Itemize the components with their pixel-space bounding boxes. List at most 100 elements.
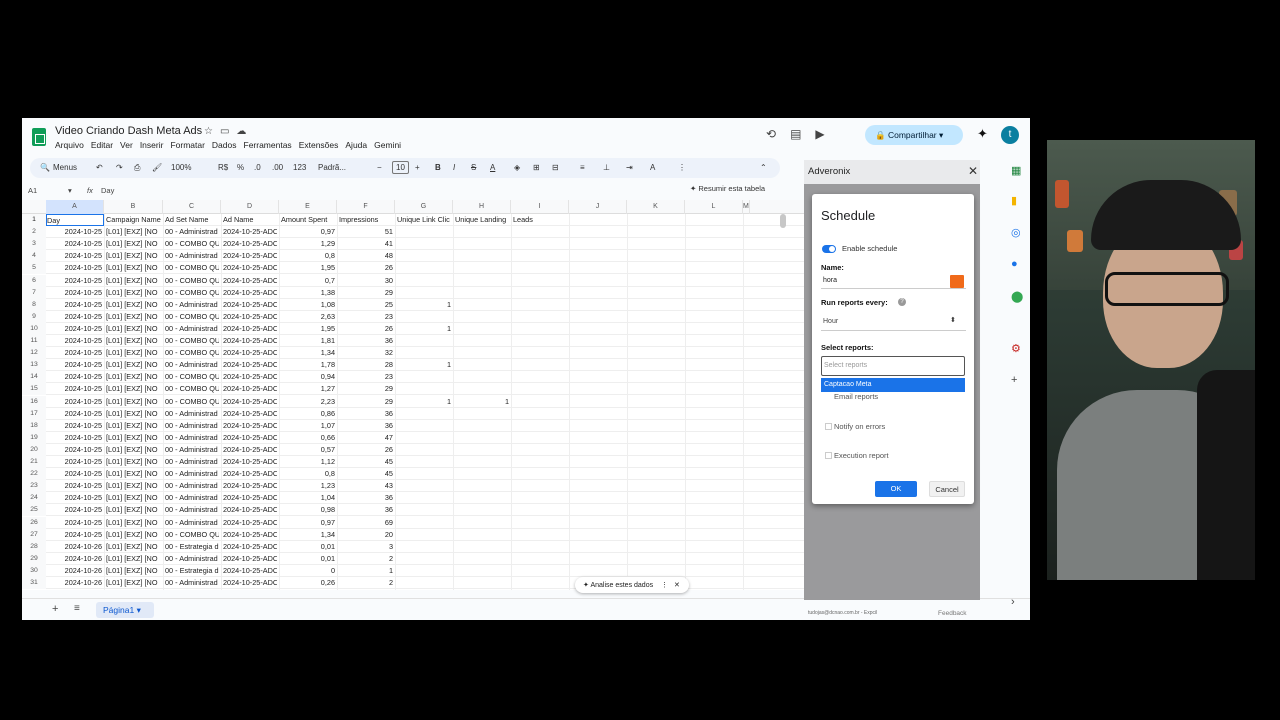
cell[interactable] (397, 335, 451, 347)
cell[interactable]: 00 - Estrategia d (165, 565, 219, 577)
cell[interactable]: 1,78 (281, 359, 335, 371)
cell[interactable]: 2024-10-26 (48, 577, 102, 589)
cell[interactable]: 0,57 (281, 444, 335, 456)
cell[interactable]: [L01] [EXZ] [NO (106, 432, 161, 444)
column-header[interactable]: D (221, 200, 279, 214)
cell[interactable]: 2024-10-25-ADC (223, 396, 277, 408)
cell[interactable]: 1,34 (281, 347, 335, 359)
cell[interactable]: 23 (339, 371, 393, 383)
cell[interactable]: 00 - Administrad (165, 577, 219, 589)
cell[interactable] (455, 250, 509, 262)
cell[interactable]: 2024-10-25 (48, 408, 102, 420)
cell[interactable]: 3 (339, 541, 393, 553)
cell[interactable]: 2024-10-25-ADC (223, 347, 277, 359)
cell[interactable]: 00 - COMBO QU (165, 262, 219, 274)
cell[interactable]: 32 (339, 347, 393, 359)
cell[interactable]: [L01] [EXZ] [NO (106, 262, 161, 274)
cell[interactable] (455, 492, 509, 504)
cell[interactable]: [L01] [EXZ] [NO (106, 541, 161, 553)
cancel-button[interactable]: Cancel (929, 481, 965, 497)
font-decrease-icon[interactable]: − (377, 163, 382, 172)
row-number[interactable]: 10 (22, 322, 46, 335)
fill-color-icon[interactable]: ◈ (514, 163, 520, 172)
cell[interactable]: 2024-10-26 (48, 565, 102, 577)
cell[interactable]: 2024-10-25 (48, 287, 102, 299)
cell[interactable]: 69 (339, 517, 393, 529)
cell[interactable]: Impressions (339, 214, 393, 226)
help-icon[interactable]: ? (898, 298, 906, 306)
close-icon[interactable]: ✕ (674, 582, 680, 589)
increase-decimal-button[interactable]: .00 (272, 163, 283, 172)
maps-icon[interactable]: ⬤ (1011, 290, 1023, 303)
cell[interactable]: 1,34 (281, 529, 335, 541)
undo-icon[interactable]: ↶ (96, 163, 103, 172)
cell[interactable]: 00 - COMBO QU (165, 287, 219, 299)
cell[interactable]: 0,97 (281, 517, 335, 529)
cell[interactable]: 00 - COMBO QU (165, 396, 219, 408)
cell[interactable]: 2024-10-25-ADC (223, 577, 277, 589)
avatar[interactable]: t (1001, 126, 1019, 144)
column-header[interactable]: H (453, 200, 511, 214)
cell[interactable]: [L01] [EXZ] [NO (106, 335, 161, 347)
cell[interactable] (397, 226, 451, 238)
row-number[interactable]: 26 (22, 516, 46, 529)
cell[interactable] (455, 275, 509, 287)
cell-reference-dropdown-icon[interactable]: ▾ (68, 186, 72, 195)
row-number[interactable]: 22 (22, 468, 46, 481)
menu-gemini[interactable]: Gemini (374, 140, 401, 150)
add-addon-icon[interactable]: + (1011, 374, 1017, 386)
cell[interactable]: 45 (339, 468, 393, 480)
row-number[interactable]: 29 (22, 552, 46, 565)
feedback-link[interactable]: Feedback (938, 610, 967, 617)
cell[interactable] (397, 383, 451, 395)
cell[interactable]: 00 - Administrad (165, 432, 219, 444)
cell[interactable]: 23 (339, 311, 393, 323)
cell[interactable]: 30 (339, 275, 393, 287)
cell[interactable]: 0,01 (281, 553, 335, 565)
cell[interactable]: 00 - Administrad (165, 553, 219, 565)
cell-reference[interactable]: A1 (28, 186, 37, 195)
cell[interactable]: 2024-10-25-ADC (223, 444, 277, 456)
cell[interactable] (455, 420, 509, 432)
summarize-table-button[interactable]: ✦ Resumir esta tabela (690, 184, 765, 193)
cell[interactable]: 2024-10-25 (48, 226, 102, 238)
borders-icon[interactable]: ⊞ (533, 163, 540, 172)
sheets-logo-icon[interactable] (32, 128, 46, 146)
menu-extensoes[interactable]: Extensões (299, 140, 339, 150)
cell[interactable] (455, 541, 509, 553)
color-swatch[interactable] (950, 275, 964, 288)
ok-button[interactable]: OK (875, 481, 917, 497)
row-number[interactable]: 15 (22, 383, 46, 396)
cell[interactable]: 36 (339, 492, 393, 504)
merge-cells-icon[interactable]: ⊟ (552, 163, 559, 172)
cell[interactable]: 48 (339, 250, 393, 262)
cell[interactable]: 00 - COMBO QU (165, 529, 219, 541)
cell[interactable]: [L01] [EXZ] [NO (106, 492, 161, 504)
cell[interactable]: 2024-10-25-ADC (223, 383, 277, 395)
cell[interactable]: 1 (397, 323, 451, 335)
row-number[interactable]: 12 (22, 347, 46, 360)
name-input[interactable]: hora (821, 273, 966, 289)
cell[interactable] (397, 311, 451, 323)
zoom-select[interactable]: 100% (171, 163, 191, 172)
column-header[interactable]: B (104, 200, 163, 214)
cell[interactable]: [L01] [EXZ] [NO (106, 275, 161, 287)
cell[interactable]: 00 - Administrad (165, 517, 219, 529)
column-header[interactable]: I (511, 200, 569, 214)
cell[interactable] (455, 299, 509, 311)
cell[interactable]: 00 - Administrad (165, 299, 219, 311)
cell[interactable]: 2024-10-25-ADC (223, 529, 277, 541)
cell[interactable]: 2024-10-25 (48, 323, 102, 335)
cell[interactable]: 2024-10-25 (48, 299, 102, 311)
valign-icon[interactable]: ⊥ (603, 163, 610, 172)
cell[interactable]: 2024-10-25 (48, 238, 102, 250)
more-icon[interactable]: ⋮ (661, 582, 668, 589)
cell[interactable]: [L01] [EXZ] [NO (106, 504, 161, 516)
formula-input[interactable]: Day (101, 186, 114, 195)
cell[interactable]: [L01] [EXZ] [NO (106, 408, 161, 420)
collapse-toolbar-icon[interactable]: ⌃ (760, 163, 767, 172)
cell[interactable] (455, 359, 509, 371)
cell[interactable]: 1,95 (281, 323, 335, 335)
cell[interactable]: 00 - COMBO QU (165, 383, 219, 395)
cell[interactable]: [L01] [EXZ] [NO (106, 287, 161, 299)
